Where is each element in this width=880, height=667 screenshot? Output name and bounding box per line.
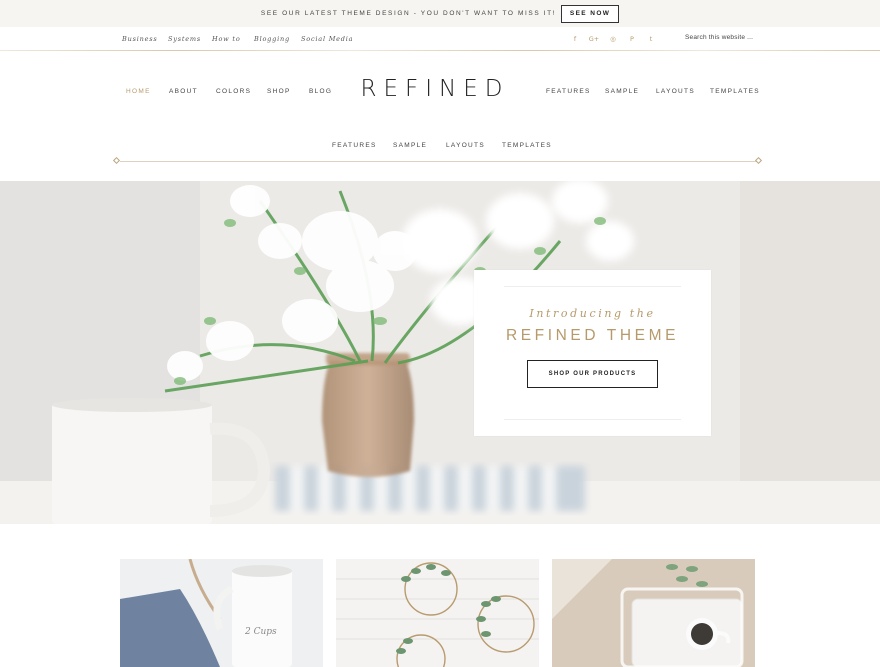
search-input[interactable]: Search this website ... [685, 34, 753, 41]
hero-title: REFINED THEME [505, 327, 680, 344]
primary-nav-left: HOME ABOUT COLORS SHOP BLOG [126, 88, 332, 95]
secondary-nav-link-blogging[interactable]: Blogging [254, 35, 301, 43]
facebook-icon[interactable]: f [571, 34, 579, 44]
announcement-bar: SEE OUR LATEST THEME DESIGN - YOU DON'T … [0, 0, 880, 27]
secondary-nav-link-business[interactable]: Business [122, 35, 168, 43]
featured-post-thumbnail[interactable]: 2 Cups [120, 559, 323, 667]
svg-text:2 Cups: 2 Cups [244, 627, 277, 637]
header-divider [120, 161, 760, 162]
nav-item-shop[interactable]: SHOP [267, 88, 309, 95]
nav-item-features[interactable]: FEATURES [546, 88, 605, 95]
menu-item-sample[interactable]: SAMPLE [393, 142, 446, 149]
nav-item-blog[interactable]: BLOG [309, 88, 332, 95]
pinterest-icon[interactable]: P [628, 34, 636, 44]
featured-image-mug-apron: 2 Cups [120, 559, 323, 667]
shop-products-button[interactable]: SHOP OUR PRODUCTS [527, 360, 658, 388]
secondary-nav-link-systems[interactable]: Systems [168, 35, 212, 43]
nav-item-colors[interactable]: COLORS [216, 88, 267, 95]
menu-item-layouts[interactable]: LAYOUTS [446, 142, 502, 149]
secondary-nav-link-social-media[interactable]: Social Media [301, 35, 353, 43]
nav-item-about[interactable]: ABOUT [169, 88, 216, 95]
nav-item-home[interactable]: HOME [126, 88, 169, 95]
featured-image-tray-cup [552, 559, 755, 667]
hero-banner: Introducing the REFINED THEME SHOP OUR P… [0, 181, 880, 524]
see-now-button[interactable]: SEE NOW [561, 4, 620, 23]
hero-image [0, 181, 880, 524]
secondary-nav-link-how-to[interactable]: How to [212, 35, 254, 43]
menu-item-features[interactable]: FEATURES [332, 142, 393, 149]
secondary-nav-links: Business Systems How to Blogging Social … [122, 35, 353, 43]
divider-ornament-left [112, 156, 121, 165]
site-logo[interactable]: REFINED [360, 76, 510, 102]
nav-item-templates[interactable]: TEMPLATES [710, 88, 760, 95]
twitter-icon[interactable]: t [647, 34, 655, 44]
nav-item-sample[interactable]: SAMPLE [605, 88, 656, 95]
google-plus-icon[interactable]: G+ [589, 34, 599, 44]
hero-intro: Introducing the [529, 307, 656, 320]
secondary-menu: FEATURES SAMPLE LAYOUTS TEMPLATES [332, 142, 552, 149]
menu-item-templates[interactable]: TEMPLATES [502, 142, 552, 149]
featured-post-thumbnail[interactable] [552, 559, 755, 667]
card-divider-bottom [504, 419, 681, 420]
nav-item-layouts[interactable]: LAYOUTS [656, 88, 710, 95]
social-links: f G+ ◎ P t [571, 34, 655, 44]
site-header: HOME ABOUT COLORS SHOP BLOG REFINED FEAT… [0, 51, 880, 181]
card-divider-top [504, 286, 681, 287]
featured-image-wreaths [336, 559, 539, 667]
hero-card: Introducing the REFINED THEME SHOP OUR P… [474, 270, 711, 436]
secondary-nav: Business Systems How to Blogging Social … [0, 27, 880, 51]
primary-nav-right: FEATURES SAMPLE LAYOUTS TEMPLATES [546, 88, 760, 95]
instagram-icon[interactable]: ◎ [609, 34, 617, 44]
featured-post-thumbnail[interactable] [336, 559, 539, 667]
announcement-text: SEE OUR LATEST THEME DESIGN - YOU DON'T … [260, 10, 557, 17]
divider-ornament-right [754, 156, 763, 165]
